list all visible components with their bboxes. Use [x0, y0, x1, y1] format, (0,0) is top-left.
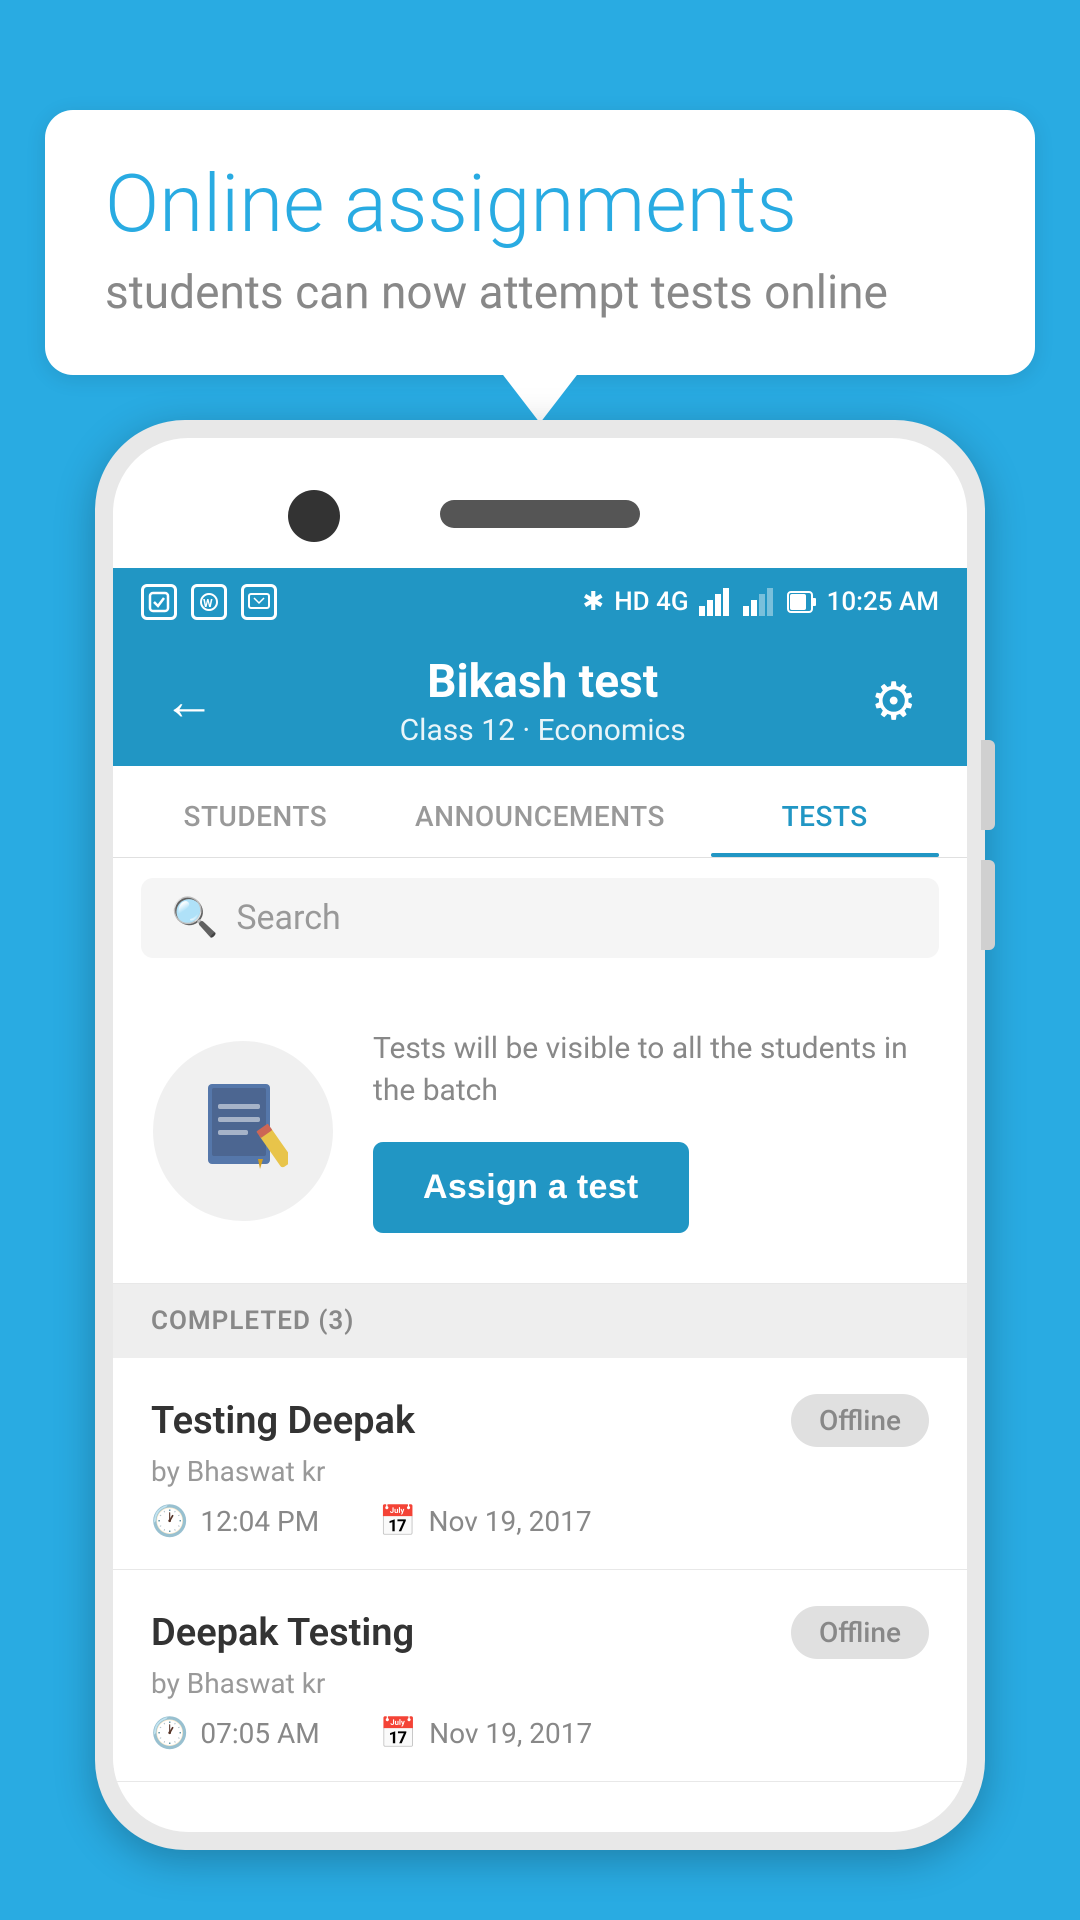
- status-bar: W ✱ HD 4G: [113, 568, 967, 636]
- completed-section-header: COMPLETED (3): [113, 1284, 967, 1358]
- tab-students[interactable]: STUDENTS: [113, 766, 398, 857]
- speech-bubble: Online assignments students can now atte…: [45, 110, 1035, 375]
- test-icon-inner: [198, 1079, 288, 1183]
- signal-icon: [699, 588, 733, 616]
- test-time: 🕐 12:04 PM: [151, 1504, 319, 1539]
- tab-tests[interactable]: TESTS: [682, 766, 967, 857]
- phone-camera: [288, 490, 340, 542]
- app-icon-1: [141, 584, 177, 620]
- search-container: 🔍 Search: [113, 858, 967, 978]
- settings-icon[interactable]: ⚙: [860, 661, 927, 742]
- status-right: ✱ HD 4G: [582, 587, 939, 617]
- clock-icon: 🕐: [151, 1504, 188, 1539]
- status-badge-2: Offline: [791, 1606, 929, 1659]
- app-bar-subtitle: Class 12 · Economics: [225, 713, 860, 748]
- app-bar: ← Bikash test Class 12 · Economics ⚙: [113, 636, 967, 766]
- test-date-2: 📅 Nov 19, 2017: [380, 1716, 592, 1751]
- test-author-2: by Bhaswat kr: [151, 1667, 929, 1700]
- assign-section: Tests will be visible to all the student…: [113, 978, 967, 1284]
- phone-outer: W ✱ HD 4G: [95, 420, 985, 1850]
- side-button-right2: [981, 860, 995, 950]
- app-bar-title: Bikash test: [225, 655, 860, 709]
- app-icon-3: [241, 584, 277, 620]
- battery-icon: [787, 591, 817, 613]
- phone-container: W ✱ HD 4G: [95, 420, 985, 1920]
- bluetooth-icon: ✱: [582, 587, 604, 617]
- network-text: HD 4G: [614, 587, 688, 617]
- status-badge: Offline: [791, 1394, 929, 1447]
- bubble-subtitle: students can now attempt tests online: [105, 266, 975, 320]
- clock-icon-2: 🕐: [151, 1716, 188, 1751]
- test-meta: 🕐 12:04 PM 📅 Nov 19, 2017: [151, 1504, 929, 1539]
- phone-inner: W ✱ HD 4G: [113, 438, 967, 1832]
- test-item-header-2: Deepak Testing Offline: [151, 1606, 929, 1659]
- calendar-icon-2: 📅: [380, 1716, 417, 1751]
- test-name-2: Deepak Testing: [151, 1611, 414, 1655]
- status-icons-left: W: [141, 584, 277, 620]
- test-date-value: Nov 19, 2017: [429, 1505, 592, 1538]
- side-button-right: [981, 740, 995, 830]
- test-item[interactable]: Testing Deepak Offline by Bhaswat kr 🕐 1…: [113, 1358, 967, 1570]
- test-date: 📅 Nov 19, 2017: [379, 1504, 591, 1539]
- search-icon: 🔍: [171, 896, 218, 940]
- bubble-title: Online assignments: [105, 160, 975, 248]
- signal-icon2: [743, 588, 777, 616]
- app-icon-2: W: [191, 584, 227, 620]
- test-time-value-2: 07:05 AM: [200, 1717, 319, 1750]
- app-bar-center: Bikash test Class 12 · Economics: [225, 655, 860, 748]
- test-author: by Bhaswat kr: [151, 1455, 929, 1488]
- assign-right: Tests will be visible to all the student…: [373, 1028, 927, 1233]
- completed-header-text: COMPLETED (3): [151, 1306, 354, 1336]
- test-icon-circle: [153, 1041, 333, 1221]
- tab-bar: STUDENTS ANNOUNCEMENTS TESTS: [113, 766, 967, 858]
- tab-announcements[interactable]: ANNOUNCEMENTS: [398, 766, 683, 857]
- test-time-value: 12:04 PM: [200, 1505, 319, 1538]
- screen: W ✱ HD 4G: [113, 568, 967, 1832]
- assign-test-button[interactable]: Assign a test: [373, 1142, 689, 1233]
- assign-description: Tests will be visible to all the student…: [373, 1028, 927, 1112]
- notebook-svg-icon: [198, 1079, 288, 1179]
- speech-bubble-container: Online assignments students can now atte…: [45, 110, 1035, 375]
- calendar-icon: 📅: [379, 1504, 416, 1539]
- test-time-2: 🕐 07:05 AM: [151, 1716, 320, 1751]
- search-placeholder: Search: [236, 898, 340, 938]
- test-meta-2: 🕐 07:05 AM 📅 Nov 19, 2017: [151, 1716, 929, 1751]
- test-date-value-2: Nov 19, 2017: [429, 1717, 592, 1750]
- test-item-header: Testing Deepak Offline: [151, 1394, 929, 1447]
- test-name: Testing Deepak: [151, 1399, 415, 1443]
- back-button[interactable]: ←: [153, 661, 225, 742]
- svg-text:W: W: [203, 597, 213, 610]
- search-bar[interactable]: 🔍 Search: [141, 878, 939, 958]
- time-display: 10:25 AM: [827, 587, 939, 617]
- phone-speaker: [440, 500, 640, 528]
- test-item-2[interactable]: Deepak Testing Offline by Bhaswat kr 🕐 0…: [113, 1570, 967, 1782]
